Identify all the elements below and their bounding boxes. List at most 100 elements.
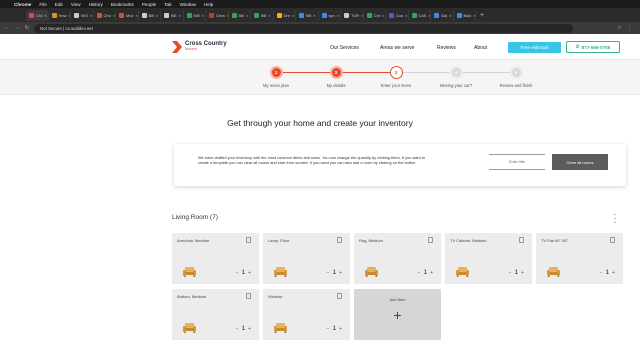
browser-tab[interactable]: Gal × [431,9,454,21]
os-menu-people[interactable]: People [142,2,156,7]
info-text: We have drafted your inventory with the … [198,155,426,166]
os-menu-app[interactable]: Chrome [14,2,31,7]
os-menu-help[interactable]: Help [204,2,213,7]
decrement-button[interactable]: − [509,270,512,276]
decrement-button[interactable]: − [327,326,330,332]
tab-label: WO [81,12,88,18]
browser-tab[interactable]: Mov × [116,9,139,21]
phone-button[interactable]: ✆ 877-666-0708 [566,41,620,53]
kebab-menu-icon[interactable]: · · · [612,211,618,227]
browser-tab[interactable]: Bill × [229,9,251,21]
browser-tab[interactable]: Crea× [206,9,229,21]
progress-stepper: 1 My move plan 2 My details 3 Enter your item… [0,60,640,95]
browser-tab[interactable]: Cus × [386,9,409,21]
os-menu-bookmarks[interactable]: Bookmarks [111,2,134,7]
item-card[interactable]: Lamp, Floor −1 + [263,233,350,284]
browser-tab[interactable]: Bill × [139,9,161,21]
browser-tab[interactable]: Dre × [274,9,296,21]
browser-tab[interactable]: Cro × [26,9,49,21]
os-menu-window[interactable]: Window [180,2,196,7]
tab-close-icon[interactable]: × [449,13,451,18]
browser-tab[interactable]: Bulk × [454,9,476,21]
os-menu-edit[interactable]: Edit [55,2,63,7]
nav-reviews[interactable]: Reviews [437,45,456,51]
browser-tab[interactable]: CaS × [409,9,431,21]
browser-tab[interactable]: Bill × [296,9,319,21]
address-bar[interactable]: Not Secure | cx.walldev.net [34,23,574,33]
new-tab-icon[interactable]: + [480,12,484,19]
browser-tab[interactable]: How × [49,9,71,21]
quantity-stepper: −1 + [509,269,524,276]
item-card[interactable]: Window −1 + [263,289,350,340]
tab-close-icon[interactable]: × [292,13,294,18]
browser-tab[interactable]: TUR × [341,9,364,21]
browser-tab[interactable]: WO × [71,9,94,21]
item-info-icon[interactable] [519,237,524,243]
increment-button[interactable]: + [430,270,433,276]
tab-close-icon[interactable]: × [90,13,92,18]
add-item-card[interactable]: Add Item + [354,289,441,340]
tab-close-icon[interactable]: × [313,13,315,18]
step-3[interactable]: 3 Enter your items [366,66,426,88]
forward-icon[interactable]: → [14,25,20,31]
tab-close-icon[interactable]: × [156,13,158,18]
item-card[interactable]: TV Flat 40"-50" −1 + [536,233,623,284]
reload-icon[interactable]: ↻ [24,25,30,31]
nav-areas-we-serve[interactable]: Areas we serve [380,45,414,51]
step-4[interactable]: 4 Moving your car? [426,66,486,88]
decrement-button[interactable]: − [236,270,239,276]
tab-close-icon[interactable]: × [246,13,248,18]
tab-close-icon[interactable]: × [113,13,115,18]
decrement-button[interactable]: − [418,270,421,276]
tab-close-icon[interactable]: × [44,13,46,18]
os-menu-tab[interactable]: Tab [164,2,171,7]
decrement-button[interactable]: − [600,270,603,276]
step-5[interactable]: 5 Review and finish [486,66,546,88]
item-card[interactable]: TV Cabinet, Medium −1 + [445,233,532,284]
tab-close-icon[interactable]: × [405,13,407,18]
free-estimate-button[interactable]: Free estimate [508,42,561,53]
tab-close-icon[interactable]: × [337,13,339,18]
os-menu-file[interactable]: File [39,2,46,7]
decrement-button[interactable]: − [236,326,239,332]
os-menu-history[interactable]: History [89,2,103,7]
increment-button[interactable]: + [339,326,342,332]
os-menu-view[interactable]: View [71,2,81,7]
browser-tab[interactable]: syn × [319,9,341,21]
nav-our-services[interactable]: Our Services [330,45,359,51]
browser-tab[interactable]: Bill × [161,9,184,21]
tab-close-icon[interactable]: × [473,13,475,18]
step-2[interactable]: 2 My details [306,66,366,88]
back-icon[interactable]: ← [4,25,10,31]
increment-button[interactable]: + [612,270,615,276]
increment-button[interactable]: + [339,270,342,276]
increment-button[interactable]: + [248,326,251,332]
tab-close-icon[interactable]: × [382,13,384,18]
step-1[interactable]: 1 My move plan [246,66,306,88]
item-info-icon[interactable] [246,293,251,299]
tab-close-icon[interactable]: × [268,13,270,18]
item-info-icon[interactable] [337,293,342,299]
template-title-input[interactable]: Enter title [489,154,545,170]
browser-tab[interactable]: Bill × [251,9,274,21]
decrement-button[interactable]: − [327,270,330,276]
clear-all-rooms-button[interactable]: Clear all rooms [552,154,608,170]
item-info-icon[interactable] [428,237,433,243]
browser-tab[interactable]: Mill × [184,9,206,21]
item-card[interactable]: Bottom, Medium −1 + [172,289,259,340]
increment-button[interactable]: + [521,270,524,276]
item-info-icon[interactable] [610,237,615,243]
item-info-icon[interactable] [246,237,251,243]
item-card[interactable]: Armchair, Medium −1 + [172,233,259,284]
extensions-icon[interactable]: ☆ ⋮ [617,25,634,31]
tab-close-icon[interactable]: × [202,13,204,18]
browser-tab[interactable]: Cho × [94,9,116,21]
logo[interactable]: Cross Country Movers [172,41,227,53]
increment-button[interactable]: + [248,270,251,276]
nav-about[interactable]: About [474,45,487,51]
item-info-icon[interactable] [337,237,342,243]
tab-close-icon[interactable]: × [178,13,180,18]
browser-tab[interactable]: Crit × [364,9,386,21]
quantity-stepper: −1 + [600,269,615,276]
item-card[interactable]: Rug, Medium −1 + [354,233,441,284]
